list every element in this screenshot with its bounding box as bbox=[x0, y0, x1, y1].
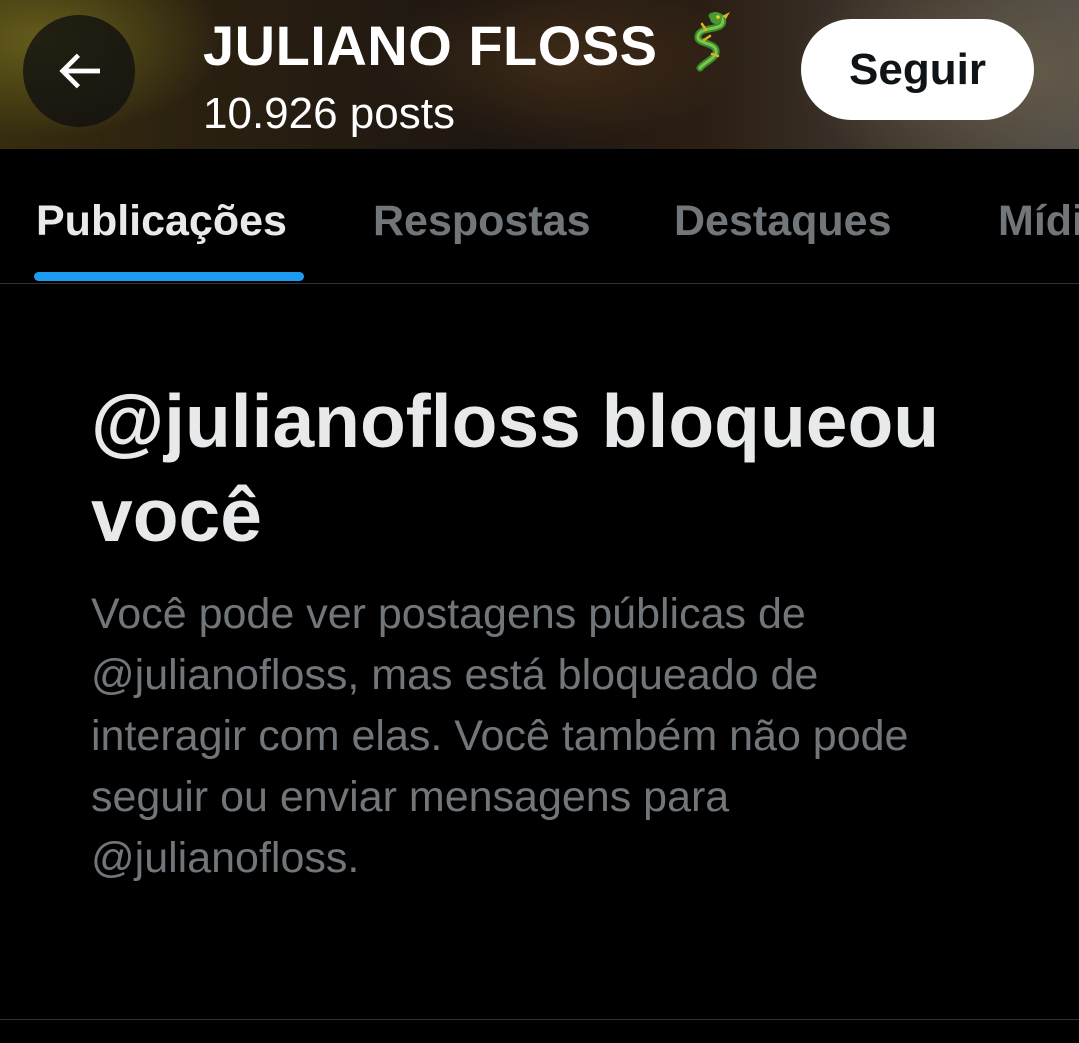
profile-header: JULIANO FLOSS 10.926 posts Seguir bbox=[0, 0, 1079, 149]
active-tab-indicator bbox=[34, 272, 304, 281]
profile-title-block: JULIANO FLOSS 10.926 posts bbox=[203, 12, 734, 144]
blocked-description: Você pode ver postagens públicas de @jul… bbox=[91, 590, 909, 882]
back-button[interactable] bbox=[23, 15, 135, 127]
profile-name: JULIANO FLOSS bbox=[203, 14, 658, 77]
blocked-title: @julianofloss bloqueou você bbox=[91, 379, 940, 557]
tab-destaques[interactable]: Destaques bbox=[674, 193, 891, 249]
follow-button[interactable]: Seguir bbox=[801, 19, 1034, 120]
tab-midia[interactable]: Mídia bbox=[998, 193, 1079, 249]
arrow-left-icon bbox=[59, 53, 100, 89]
blocked-notice: @julianofloss bloqueou você Você pode ve… bbox=[91, 374, 991, 889]
profile-name-row: JULIANO FLOSS bbox=[203, 12, 734, 80]
divider bbox=[0, 1019, 1079, 1020]
tab-publicacoes[interactable]: Publicações bbox=[36, 193, 287, 249]
tab-respostas[interactable]: Respostas bbox=[373, 193, 590, 249]
dragon-icon bbox=[682, 10, 734, 74]
profile-tabs: Publicações Respostas Destaques Mídia bbox=[0, 149, 1079, 284]
post-count: 10.926 posts bbox=[203, 89, 455, 138]
